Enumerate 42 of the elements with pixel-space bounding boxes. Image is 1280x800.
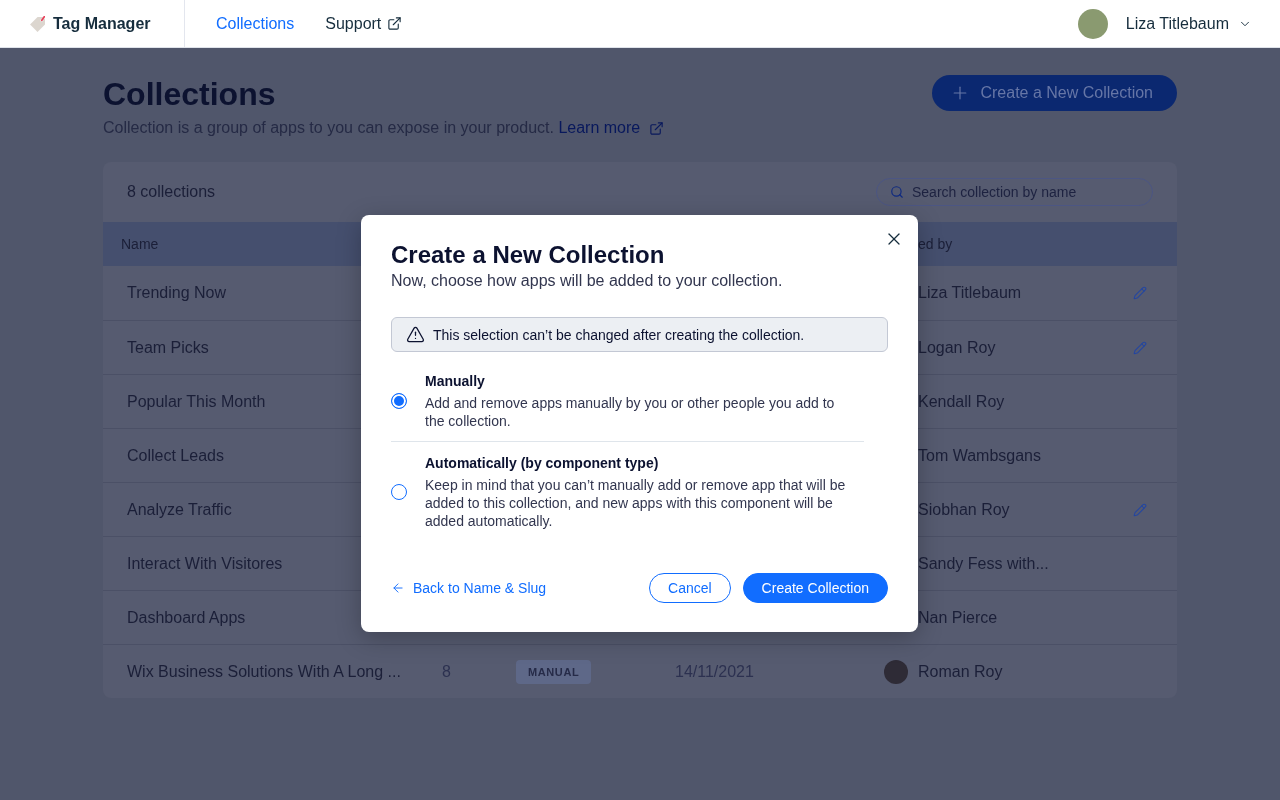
radio-button[interactable]	[391, 393, 407, 409]
type-badge: MANUAL	[516, 659, 592, 684]
radio-button[interactable]	[391, 484, 407, 500]
creator-name: Liza Titlebaum	[918, 284, 1022, 302]
avatar-placeholder	[1077, 8, 1108, 39]
search-icon	[890, 185, 904, 199]
collection-name: Trending Now	[127, 284, 226, 302]
page-title: Collections	[103, 75, 277, 113]
option-description: Keep in mind that you can’t manually add or remove app that will be added to this collection, and new apps with this component will be added automatically.	[425, 476, 847, 530]
search-field[interactable]: Search collection by name	[876, 178, 1153, 206]
collection-name: Analyze Traffic	[127, 500, 232, 519]
creator-name: Nan Pierce	[918, 608, 998, 627]
option-description: Add and remove apps manually by you or other people you add to the collection.	[425, 394, 836, 430]
creator-name: Kendall Roy	[918, 392, 1005, 411]
collection-name: Interact With Visitores	[127, 554, 283, 573]
warning-icon	[406, 325, 425, 344]
external-link-icon	[649, 120, 665, 136]
creator-name: Siobhan Roy	[918, 500, 1010, 519]
create-collection-button[interactable]: Create a New Collection	[932, 75, 1177, 111]
back-link[interactable]: Back to Name & Slug	[391, 580, 547, 596]
dialog-title: Create a New Collection	[391, 240, 665, 270]
collection-name: Popular This Month	[127, 392, 266, 411]
tag-icon	[29, 15, 45, 32]
collection-name: Wix Business Solutions With A Long ...	[127, 662, 401, 681]
warning-text: This selection can’t be changed after creating the collection.	[433, 326, 805, 343]
create-button[interactable]: Create Collection	[742, 573, 888, 603]
option-title: Automatically (by component type)	[425, 454, 659, 472]
collection-name: Team Picks	[127, 338, 209, 357]
collection-name: Collect Leads	[127, 446, 224, 465]
creator-name: Logan Roy	[918, 338, 996, 357]
cancel-button[interactable]: Cancel	[649, 573, 731, 603]
collection-count: 8 collections	[127, 183, 216, 201]
user-menu[interactable]: Liza Titlebaum	[1125, 14, 1252, 33]
nav-link[interactable]: Collections	[216, 14, 295, 33]
dialog-subtitle: Now, choose how apps will be added to your collection.	[391, 271, 783, 291]
creator-name: Sandy Fess with...	[918, 554, 1049, 573]
app-name: Tag Manager	[53, 14, 151, 33]
creator-name: Roman Roy	[918, 662, 1003, 681]
option-title: Manually	[425, 372, 485, 390]
nav-link[interactable]: Support	[325, 14, 403, 33]
collection-name: Dashboard Apps	[127, 608, 246, 627]
creator-name: Tom Wambsgans	[918, 446, 1041, 465]
